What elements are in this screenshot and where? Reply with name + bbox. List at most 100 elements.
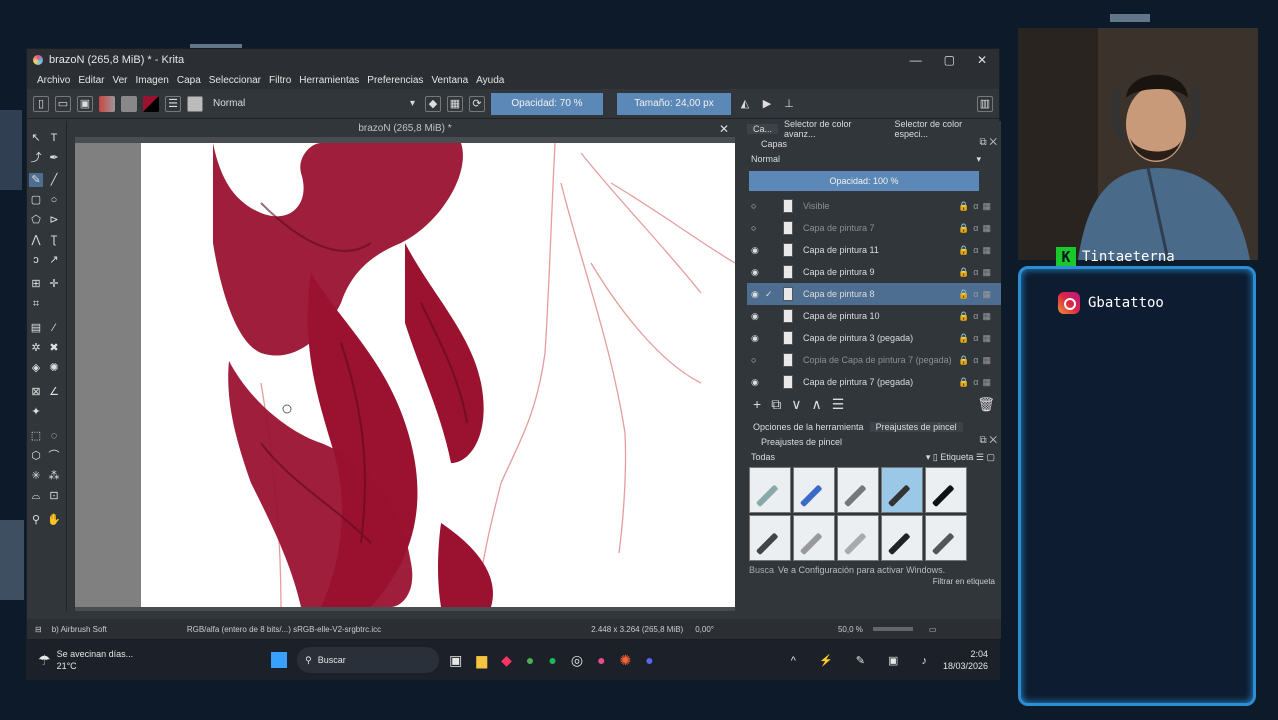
- visibility-eye-icon[interactable]: ◉: [751, 377, 765, 388]
- layer-lock-alpha-icons[interactable]: 🔒α▦: [958, 377, 995, 388]
- layer-lock-alpha-icons[interactable]: 🔒α▦: [958, 223, 995, 234]
- weather-icon[interactable]: ☂: [38, 652, 51, 669]
- reload-icon[interactable]: ⟳: [469, 95, 485, 112]
- menu-archivo[interactable]: Archivo: [33, 75, 74, 86]
- menu-ver[interactable]: Ver: [108, 75, 131, 86]
- menu-filtro[interactable]: Filtro: [265, 75, 295, 86]
- polygon-tool-icon[interactable]: ⬠: [29, 213, 43, 227]
- brush-preset-airbrush[interactable]: [881, 467, 923, 513]
- layer-lock-alpha-icons[interactable]: 🔒α▦: [958, 355, 995, 366]
- visibility-eye-icon[interactable]: ○: [751, 223, 765, 233]
- polyline-tool-icon[interactable]: ⊳: [47, 213, 61, 227]
- reference-images-tool-icon[interactable]: ✦: [29, 405, 43, 419]
- freehand-select-tool-icon[interactable]: ⌒: [47, 449, 61, 463]
- save-icon[interactable]: ▣: [77, 95, 93, 112]
- move-layer-up-icon[interactable]: ∧: [811, 396, 821, 413]
- layer-row[interactable]: ◉ Capa de pintura 7 (pegada) 🔒α▦: [747, 371, 1001, 393]
- brush-preset-blender[interactable]: [837, 467, 879, 513]
- layer-lock-alpha-icons[interactable]: 🔒α▦: [958, 289, 995, 300]
- eraser-icon[interactable]: ◆: [425, 95, 441, 112]
- ellipse-select-tool-icon[interactable]: ◌: [47, 429, 61, 443]
- move-tool-icon[interactable]: ✛: [47, 277, 61, 291]
- visibility-eye-icon[interactable]: ◉: [751, 289, 765, 300]
- assistant-tool-icon[interactable]: ⊠: [29, 385, 43, 399]
- blend-mode-select[interactable]: Normal ▾: [209, 94, 419, 113]
- mirror-horizontal-icon[interactable]: ◭: [737, 96, 753, 112]
- edit-shapes-tool-icon[interactable]: ⤴: [29, 151, 43, 165]
- brush-preset-blue-pencil[interactable]: [793, 467, 835, 513]
- menu-editar[interactable]: Editar: [74, 75, 108, 86]
- visibility-eye-icon[interactable]: ◉: [751, 333, 765, 344]
- layer-lock-alpha-icons[interactable]: 🔒α▦: [958, 333, 995, 344]
- layer-properties-icon[interactable]: ☰: [832, 396, 845, 413]
- crop-tool-icon[interactable]: ⌗: [29, 297, 43, 311]
- brave-icon[interactable]: ◆: [501, 652, 526, 668]
- brush-preset-ink[interactable]: [925, 467, 967, 513]
- layer-row[interactable]: ◉ Capa de pintura 9 🔒α▦: [747, 261, 1001, 283]
- layer-row[interactable]: ○ Capa de pintura 7 🔒α▦: [747, 217, 1001, 239]
- ellipse-tool-icon[interactable]: ○: [47, 193, 61, 207]
- spotify-icon[interactable]: ●: [548, 652, 570, 668]
- menu-seleccionar[interactable]: Seleccionar: [205, 75, 265, 86]
- opacity-slider[interactable]: Opacidad: 70 %: [491, 92, 603, 115]
- layer-row[interactable]: ◉ Capa de pintura 11 🔒α▦: [747, 239, 1001, 261]
- mirror-vertical-icon[interactable]: ▶: [759, 96, 775, 112]
- color-picker-tool-icon[interactable]: ⁄: [47, 321, 61, 335]
- visibility-eye-icon[interactable]: ○: [751, 355, 765, 365]
- layer-row[interactable]: ○ Copia de Capa de pintura 7 (pegada) 🔒α▦: [747, 349, 1001, 371]
- pan-tool-icon[interactable]: ✋: [47, 513, 61, 527]
- game-icon[interactable]: ◎: [571, 652, 597, 668]
- app-icon[interactable]: ✺: [620, 652, 646, 668]
- bezier-select-tool-icon[interactable]: ⌓: [29, 489, 43, 503]
- visibility-eye-icon[interactable]: ◉: [751, 245, 765, 256]
- file-explorer-icon[interactable]: ▆: [476, 652, 501, 668]
- zoom-tool-icon[interactable]: ⚲: [29, 513, 43, 527]
- menu-preferencias[interactable]: Preferencias: [363, 75, 427, 86]
- alpha-lock-icon[interactable]: ▦: [447, 95, 463, 112]
- brush-search-input[interactable]: Busca: [749, 565, 774, 575]
- tab-advanced-color-selector[interactable]: Selector de color avanz...: [778, 119, 889, 139]
- dynamic-brush-tool-icon[interactable]: ↄ: [29, 253, 43, 267]
- brush-settings-icon[interactable]: ☰: [165, 95, 181, 112]
- brush-preset-bristle[interactable]: [925, 515, 967, 561]
- zoom-slider[interactable]: [872, 627, 913, 631]
- smart-patch-tool-icon[interactable]: ✖: [47, 341, 61, 355]
- contiguous-select-tool-icon[interactable]: ✳: [29, 469, 43, 483]
- task-view-icon[interactable]: ▣: [449, 652, 476, 668]
- similar-select-tool-icon[interactable]: ⁂: [47, 469, 61, 483]
- close-document-icon[interactable]: ✕: [719, 121, 729, 137]
- drawing-canvas[interactable]: [141, 143, 735, 607]
- visibility-eye-icon[interactable]: ◉: [751, 267, 765, 278]
- new-document-icon[interactable]: ▯: [33, 95, 49, 112]
- rotation-status[interactable]: 0,00°: [695, 625, 714, 634]
- multibrush-tool-icon[interactable]: ↗: [47, 253, 61, 267]
- select-shapes-tool-icon[interactable]: ↖: [29, 131, 43, 145]
- close-button[interactable]: ✕: [977, 53, 987, 67]
- fill-tool-icon[interactable]: ◈: [29, 361, 43, 375]
- rectangle-tool-icon[interactable]: ▢: [29, 193, 43, 207]
- filter-in-tag-checkbox[interactable]: Filtrar en etiqueta: [933, 577, 995, 586]
- colorize-mask-tool-icon[interactable]: ✲: [29, 341, 43, 355]
- add-layer-icon[interactable]: +: [753, 396, 761, 412]
- enclose-fill-tool-icon[interactable]: ✺: [47, 361, 61, 375]
- wrap-icon[interactable]: ⊥: [781, 96, 797, 112]
- duplicate-layer-icon[interactable]: ⧉: [771, 396, 781, 413]
- brush-preset-charcoal[interactable]: [837, 515, 879, 561]
- panel-float-close-icon[interactable]: ⧉ ✕: [979, 137, 997, 148]
- transform-tool-icon[interactable]: ⊞: [29, 277, 43, 291]
- layer-row[interactable]: ◉ Capa de pintura 3 (pegada) 🔒α▦: [747, 327, 1001, 349]
- calligraphy-tool-icon[interactable]: ✒: [47, 151, 61, 165]
- magnetic-select-tool-icon[interactable]: ⊡: [47, 489, 61, 503]
- zoom-status[interactable]: 50,0 %: [838, 625, 863, 634]
- measure-tool-icon[interactable]: ∠: [47, 385, 61, 399]
- layer-lock-alpha-icons[interactable]: 🔒α▦: [958, 311, 995, 322]
- workspace-icon[interactable]: ▥: [977, 95, 993, 112]
- layer-lock-alpha-icons[interactable]: 🔒α▦: [958, 267, 995, 278]
- gradient-swatch[interactable]: [99, 95, 115, 112]
- polygon-select-tool-icon[interactable]: ⬡: [29, 449, 43, 463]
- freehand-path-tool-icon[interactable]: Ʈ: [47, 233, 61, 247]
- color-swatch[interactable]: [143, 95, 159, 112]
- menu-ventana[interactable]: Ventana: [427, 75, 472, 86]
- layer-lock-alpha-icons[interactable]: 🔒α▦: [958, 245, 995, 256]
- text-tool-icon[interactable]: T: [47, 131, 61, 145]
